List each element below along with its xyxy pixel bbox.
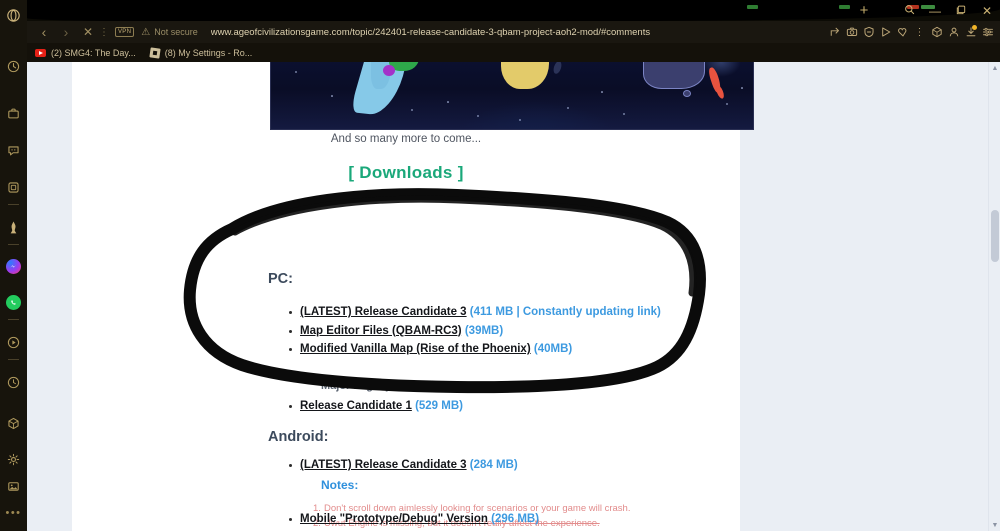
- messenger-glyph: [6, 259, 21, 274]
- sidebar-divider: [8, 244, 19, 245]
- aria-ai-icon[interactable]: [0, 174, 27, 201]
- scroll-up-arrow[interactable]: ▲: [989, 62, 1000, 74]
- messenger-icon[interactable]: [0, 253, 27, 280]
- package-box-icon[interactable]: [0, 410, 27, 437]
- platform-heading-android: Android:: [268, 429, 329, 445]
- browser-window: ••• + — ✕ ‹ › ✕ ⋮ VPN ⚠ Not secure www.a…: [0, 0, 1000, 531]
- scroll-down-arrow[interactable]: ▼: [989, 519, 1000, 531]
- download-link[interactable]: Release Candidate 1: [300, 400, 412, 412]
- extensions-kebab-icon[interactable]: ⋮: [911, 21, 928, 43]
- minimize-button[interactable]: —: [927, 4, 943, 18]
- bookmark-label: (8) My Settings - Ro...: [164, 47, 253, 58]
- back-button[interactable]: ‹: [33, 21, 55, 43]
- warning-triangle-icon: ⚠: [141, 26, 151, 38]
- banner-caption: And so many more to come...: [330, 133, 482, 145]
- downloads-badge-dot: [972, 25, 977, 30]
- download-size: (411 MB | Constantly updating link): [469, 306, 661, 318]
- history-clock-icon[interactable]: [0, 369, 27, 396]
- list-item: Modified Vanilla Map (Rise of the Phoeni…: [286, 342, 661, 356]
- legacy-versions-heading-pc: Major Legacy Versions: [321, 380, 441, 392]
- tab-color-blip: [747, 5, 758, 9]
- list-item: Release Candidate 1 (529 MB): [286, 399, 463, 413]
- opera-logo-icon[interactable]: [0, 2, 27, 29]
- profile-icon[interactable]: [945, 21, 962, 43]
- map-region-australia: [643, 62, 705, 89]
- youtube-icon: [35, 48, 46, 57]
- gallery-images-icon[interactable]: [0, 473, 27, 500]
- download-size: (284 MB): [469, 459, 518, 471]
- pinterest-icon[interactable]: [0, 214, 27, 241]
- stop-reload-button[interactable]: ✕: [77, 21, 99, 43]
- chat-bubble-icon[interactable]: [0, 137, 27, 164]
- download-size: (296 MB): [491, 513, 540, 525]
- whatsapp-glyph: [6, 295, 21, 310]
- download-list-android-legacy: Mobile "Prototype/Debug" Version (296 MB…: [286, 512, 539, 531]
- download-list-pc: (LATEST) Release Candidate 3 (411 MB | C…: [286, 305, 661, 361]
- world-map-banner-image: AUSTRALIA: [270, 62, 754, 130]
- toolbar-extensions: ⋮: [826, 21, 1000, 43]
- heart-favorite-icon[interactable]: [894, 21, 911, 43]
- downloads-section-heading: [ Downloads ]: [348, 163, 464, 182]
- sidebar-divider: [8, 359, 19, 360]
- download-link[interactable]: Mobile "Prototype/Debug" Version: [300, 513, 488, 525]
- roblox-icon: [149, 46, 161, 59]
- map-region-paraguay: [383, 65, 395, 76]
- scrollbar-thumb[interactable]: [991, 210, 999, 262]
- tab-search-icon[interactable]: [901, 4, 917, 18]
- sidebar-divider: [8, 204, 19, 205]
- download-link[interactable]: Map Editor Files (QBAM-RC3): [300, 325, 462, 337]
- download-link[interactable]: Modified Vanilla Map (Rise of the Phoeni…: [300, 343, 531, 355]
- download-size: (39MB): [464, 324, 504, 337]
- list-item: (LATEST) Release Candidate 3 (411 MB | C…: [286, 305, 661, 319]
- workspace-briefcase-icon[interactable]: [0, 100, 27, 127]
- bookmark-item-roblox[interactable]: (8) My Settings - Ro...: [149, 46, 253, 59]
- map-glow: [701, 62, 741, 77]
- bookmark-item-youtube[interactable]: (2) SMG4: The Day...: [35, 48, 136, 58]
- page-viewport: AUSTRALIA And so many more to come... [ …: [27, 62, 1000, 531]
- close-button[interactable]: ✕: [979, 4, 995, 18]
- notes-heading: Notes:: [321, 478, 359, 492]
- list-item: (LATEST) Release Candidate 3 (284 MB): [286, 458, 518, 472]
- maximize-button[interactable]: [953, 4, 969, 18]
- music-player-icon[interactable]: [0, 329, 27, 356]
- settings-gear-icon[interactable]: [0, 446, 27, 473]
- sidebar-divider: [8, 319, 19, 320]
- list-item: Mobile "Prototype/Debug" Version (296 MB…: [286, 512, 539, 526]
- map-region-tasmania: [683, 90, 691, 97]
- tab-color-blip: [839, 5, 850, 9]
- security-status-label[interactable]: Not secure: [154, 27, 198, 37]
- download-size: (40MB): [533, 343, 573, 355]
- page-content-column: AUSTRALIA And so many more to come... [ …: [72, 62, 754, 531]
- forward-button[interactable]: ›: [55, 21, 77, 43]
- new-tab-button[interactable]: +: [856, 3, 872, 19]
- address-bar: ‹ › ✕ ⋮ VPN ⚠ Not secure www.ageofcivili…: [27, 21, 1000, 43]
- bookmark-label: (2) SMG4: The Day...: [51, 47, 136, 58]
- snapshot-camera-icon[interactable]: [843, 21, 860, 43]
- platform-heading-pc: PC:: [268, 271, 293, 287]
- page-menu-icon[interactable]: ⋮: [99, 27, 109, 38]
- download-size: (529 MB): [415, 400, 463, 412]
- clock-history-icon[interactable]: [0, 53, 27, 80]
- download-list-pc-legacy: Release Candidate 1 (529 MB): [286, 399, 463, 418]
- url-input[interactable]: www.ageofcivilizationsgame.com/topic/242…: [211, 27, 650, 38]
- tab-strip-redacted: + — ✕: [27, 0, 1000, 21]
- send-icon[interactable]: [877, 21, 894, 43]
- download-link[interactable]: (LATEST) Release Candidate 3: [300, 459, 467, 471]
- browser-sidebar: •••: [0, 0, 27, 531]
- share-icon[interactable]: [826, 21, 843, 43]
- redaction-smear: [27, 0, 1000, 21]
- opera-cube-icon[interactable]: [928, 21, 945, 43]
- download-list-android: (LATEST) Release Candidate 3 (284 MB): [286, 458, 518, 477]
- bookmarks-bar: (2) SMG4: The Day... (8) My Settings - R…: [27, 43, 1000, 62]
- downloads-icon[interactable]: [962, 21, 979, 43]
- adblock-shield-icon[interactable]: [860, 21, 877, 43]
- vpn-badge[interactable]: VPN: [115, 27, 135, 37]
- whatsapp-icon[interactable]: [0, 289, 27, 316]
- download-link[interactable]: (LATEST) Release Candidate 3: [300, 306, 467, 318]
- list-item: Map Editor Files (QBAM-RC3) (39MB): [286, 324, 661, 338]
- map-label-australia: AUSTRALIA: [652, 62, 692, 63]
- page-scrollbar[interactable]: ▲ ▼: [988, 62, 1000, 531]
- easy-setup-icon[interactable]: [979, 21, 996, 43]
- sidebar-more-icon[interactable]: •••: [0, 500, 27, 527]
